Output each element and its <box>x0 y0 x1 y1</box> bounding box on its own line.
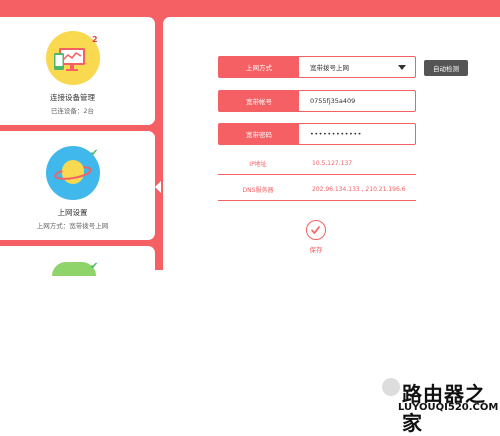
password-field[interactable]: 宽带密码 •••••••••••• <box>218 123 416 145</box>
password-value: •••••••••••• <box>310 130 363 138</box>
ip-row: IP地址 10.5.127.137 <box>218 153 416 175</box>
chevron-down-icon <box>398 65 406 70</box>
paw-watermark-icon <box>382 378 400 396</box>
check-icon: ✔ <box>90 148 99 159</box>
ip-label: IP地址 <box>249 161 267 168</box>
account-field[interactable]: 宽带帐号 0755fj35a409 <box>218 90 416 112</box>
active-card-pointer <box>155 181 161 193</box>
internet-card-title: 上网设置 <box>57 208 88 217</box>
account-label: 宽带帐号 <box>219 91 299 111</box>
device-count-badge: 2 <box>92 35 98 44</box>
device-card-subtitle: 已连设备：2台 <box>50 107 95 115</box>
check-icon <box>310 226 321 235</box>
internet-card-subtitle: 上网方式：宽带拨号上网 <box>36 222 109 230</box>
check-icon: ✔ <box>90 261 99 272</box>
save-label[interactable]: 保存 <box>300 244 332 254</box>
dns-value: 202.96.134.133 , 210.21.196.6 <box>312 186 406 193</box>
ip-value: 10.5.127.137 <box>312 160 353 167</box>
account-value: 0755fj35a409 <box>310 97 356 105</box>
connection-type-label: 上网方式 <box>219 57 299 77</box>
device-card-title: 连接设备管理 <box>50 93 95 102</box>
dns-row: DNS服务器 202.96.134.133 , 210.21.196.6 <box>218 179 416 201</box>
watermark-url: LUYOUQI520.COM <box>398 402 499 413</box>
auto-detect-button[interactable]: 自动检测 <box>424 60 468 76</box>
connection-type-select[interactable]: 上网方式 宽带拨号上网 <box>218 56 416 78</box>
save-button[interactable] <box>306 220 326 240</box>
dns-label: DNS服务器 <box>242 187 274 194</box>
connection-type-value: 宽带拨号上网 <box>310 64 349 72</box>
password-label: 宽带密码 <box>219 124 299 144</box>
